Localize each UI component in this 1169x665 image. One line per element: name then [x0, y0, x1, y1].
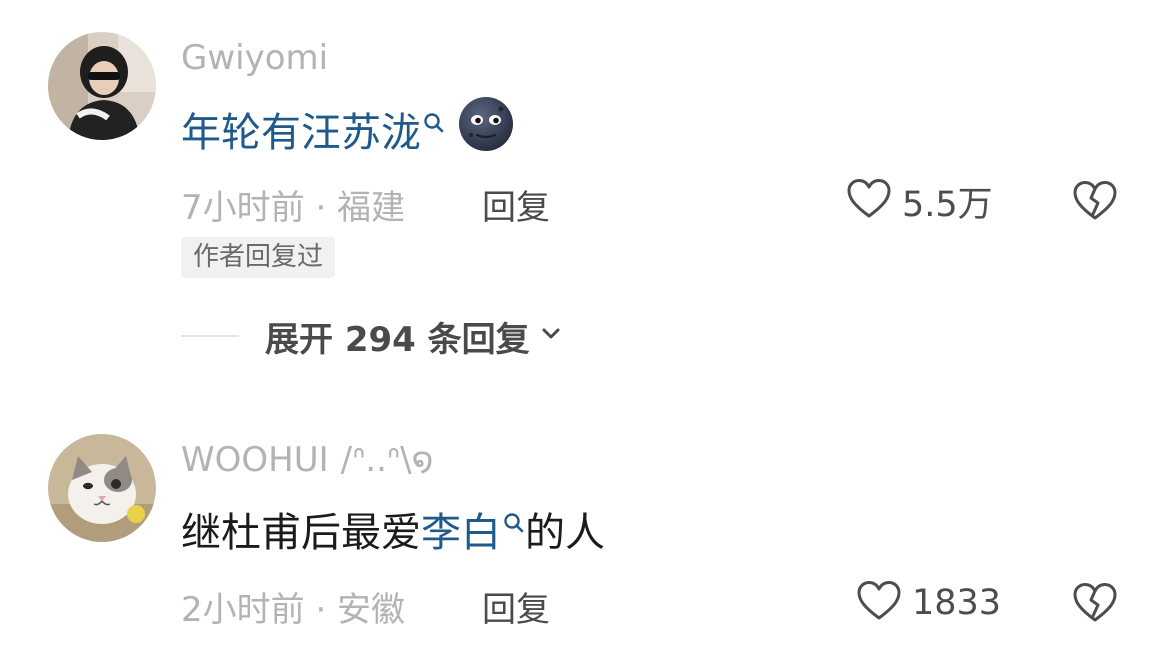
- avatar[interactable]: [48, 32, 156, 140]
- username-kaomoji: /ᐢ..ᐢ\໑: [340, 440, 434, 480]
- username-text: Gwiyomi: [181, 38, 329, 78]
- broken-heart-icon: [1072, 583, 1118, 628]
- comment-text-prefix: 继杜甫后最爱: [181, 510, 421, 556]
- comment-text-suffix: 的人: [525, 510, 605, 556]
- username-text: WOOHUI: [181, 440, 329, 480]
- keyword-link[interactable]: 年轮有汪苏泷: [181, 100, 445, 158]
- heart-icon: [856, 580, 902, 626]
- like-count: 1833: [912, 583, 1002, 623]
- keyword-text: 李白: [421, 510, 501, 556]
- chevron-down-icon: [540, 326, 562, 346]
- comment-time-location: 7小时前 · 福建: [181, 188, 406, 228]
- reply-button[interactable]: 回复: [482, 180, 550, 229]
- avatar[interactable]: [48, 434, 156, 542]
- comment-time-location: 2小时前 · 安徽: [181, 590, 406, 630]
- like-button[interactable]: 1833: [856, 580, 1001, 626]
- expand-replies-label: 展开 294 条回复: [265, 319, 530, 360]
- broken-heart-icon: [1072, 181, 1118, 226]
- like-count: 5.5万: [902, 184, 993, 225]
- heart-icon: [846, 178, 892, 224]
- dislike-button[interactable]: [1072, 180, 1118, 226]
- new-moon-face-emoji: [457, 95, 515, 163]
- comment-text: 继杜甫后最爱 李白 的人: [181, 500, 605, 558]
- username[interactable]: Gwiyomi: [181, 38, 328, 78]
- divider-line: [181, 335, 239, 337]
- comment-text: 年轮有汪苏泷: [181, 97, 515, 158]
- like-button[interactable]: 5.5万: [846, 178, 993, 225]
- username[interactable]: WOOHUI/ᐢ..ᐢ\໑: [181, 440, 433, 480]
- author-replied-badge: 作者回复过: [181, 237, 336, 278]
- reply-button[interactable]: 回复: [482, 582, 550, 631]
- search-icon: [423, 98, 445, 144]
- search-icon: [503, 498, 525, 544]
- keyword-text: 年轮有汪苏泷: [181, 110, 421, 156]
- expand-replies-button[interactable]: 展开 294 条回复: [181, 312, 562, 360]
- dislike-button[interactable]: [1072, 582, 1118, 628]
- keyword-link[interactable]: 李白: [421, 500, 525, 558]
